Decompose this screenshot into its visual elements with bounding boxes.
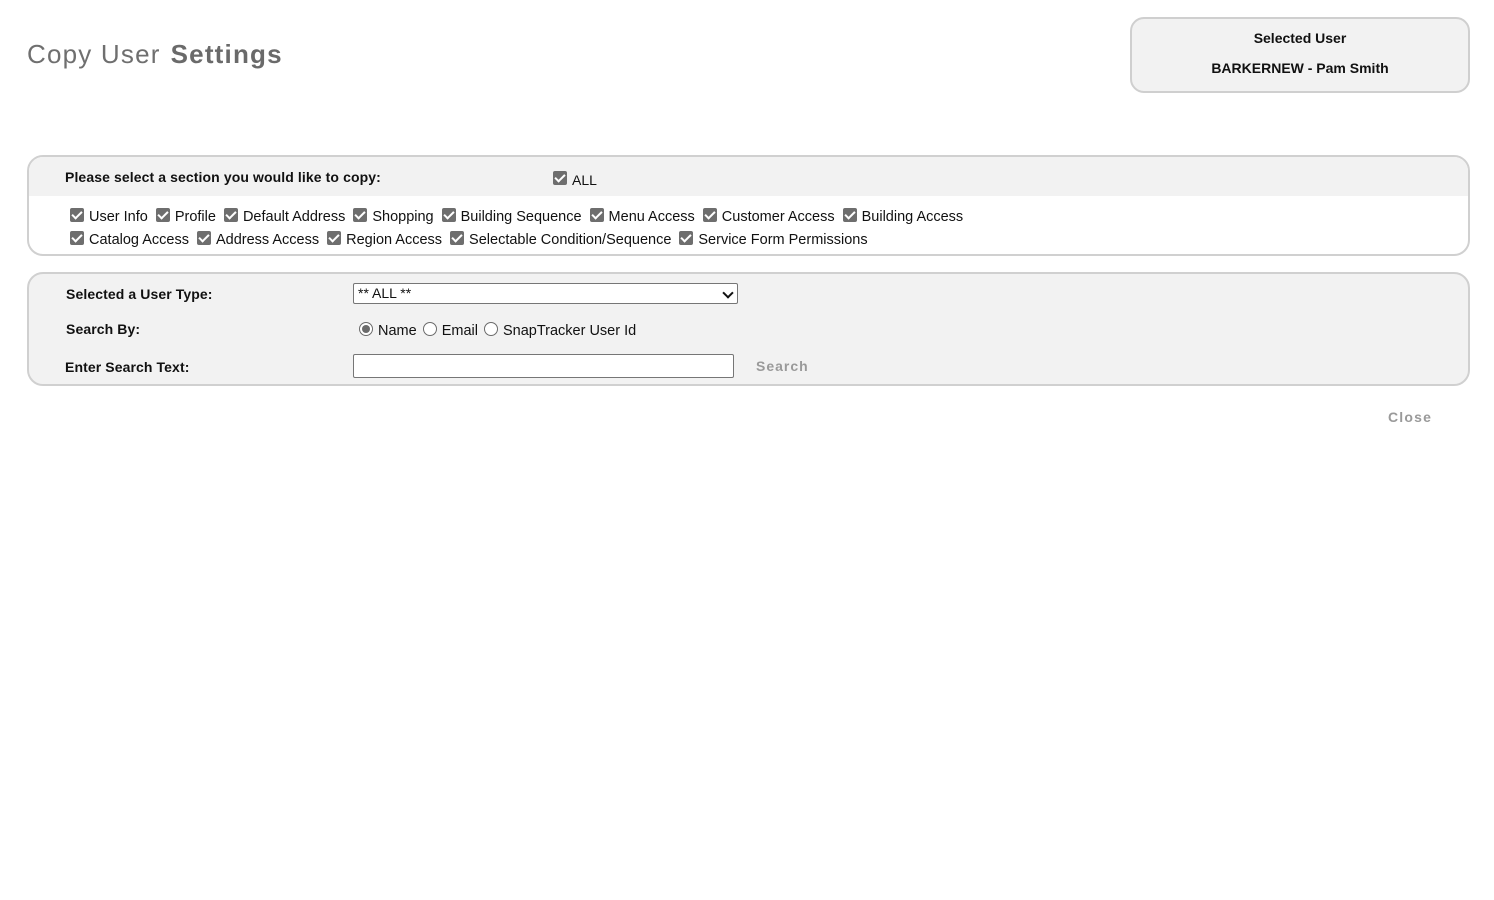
checkbox-icon[interactable] bbox=[327, 231, 342, 245]
section-label: Default Address bbox=[242, 209, 346, 225]
section-label: Address Access bbox=[215, 232, 320, 248]
chevron-down-icon bbox=[722, 287, 734, 299]
close-button[interactable]: Close bbox=[1388, 409, 1432, 425]
search-by-snaptracker-id-radio[interactable]: SnapTracker User Id bbox=[483, 321, 637, 339]
checkbox-icon[interactable] bbox=[589, 208, 604, 222]
checkbox-icon[interactable] bbox=[70, 231, 84, 245]
section-checkbox-user-info[interactable]: User Info bbox=[70, 207, 148, 225]
user-type-selected-value: ** ALL ** bbox=[358, 285, 412, 301]
section-label: User Info bbox=[89, 209, 148, 225]
section-label: Catalog Access bbox=[89, 232, 189, 248]
sections-prompt: Please select a section you would like t… bbox=[65, 169, 381, 185]
all-sections-label: ALL bbox=[572, 172, 597, 188]
sections-row-2: Catalog Access Address Access Region Acc… bbox=[70, 230, 876, 248]
checkbox-icon[interactable] bbox=[353, 208, 368, 222]
section-label: Region Access bbox=[346, 232, 443, 248]
user-type-label: Selected a User Type: bbox=[66, 286, 213, 302]
section-checkbox-selectable-condition[interactable]: Selectable Condition/Sequence bbox=[450, 230, 672, 248]
checkbox-icon[interactable] bbox=[196, 231, 211, 245]
selected-user-label: Selected User bbox=[1253, 30, 1347, 46]
radio-label: SnapTracker User Id bbox=[502, 323, 637, 339]
section-label: Profile bbox=[174, 209, 216, 225]
search-text-label: Enter Search Text: bbox=[65, 359, 190, 375]
section-checkbox-region-access[interactable]: Region Access bbox=[327, 230, 443, 248]
section-checkbox-menu-access[interactable]: Menu Access bbox=[589, 207, 695, 225]
page-title-part2: Settings bbox=[170, 39, 283, 69]
search-by-name-radio[interactable]: Name bbox=[359, 321, 417, 339]
sections-header: Please select a section you would like t… bbox=[29, 157, 1468, 196]
user-type-select[interactable]: ** ALL ** bbox=[353, 283, 738, 304]
section-checkbox-profile[interactable]: Profile bbox=[155, 207, 216, 225]
search-button[interactable]: Search bbox=[756, 358, 809, 374]
search-by-radio-group: Name Email SnapTracker User Id bbox=[359, 321, 642, 339]
section-checkbox-catalog-access[interactable]: Catalog Access bbox=[70, 230, 189, 248]
section-label: Customer Access bbox=[721, 209, 835, 225]
search-text-input[interactable] bbox=[353, 354, 734, 378]
checkbox-icon[interactable] bbox=[450, 231, 465, 245]
checkbox-icon[interactable] bbox=[553, 171, 567, 185]
selected-user-value: BARKERNEW - Pam Smith bbox=[1211, 60, 1389, 76]
section-label: Selectable Condition/Sequence bbox=[469, 232, 672, 248]
section-label: Shopping bbox=[372, 209, 434, 225]
search-by-label: Search By: bbox=[66, 321, 141, 337]
radio-label: Name bbox=[378, 323, 417, 339]
checkbox-icon[interactable] bbox=[702, 208, 717, 222]
section-checkbox-customer-access[interactable]: Customer Access bbox=[702, 207, 835, 225]
checkbox-icon[interactable] bbox=[679, 231, 694, 245]
radio-selected-icon[interactable] bbox=[359, 322, 373, 336]
selected-user-box: Selected User BARKERNEW - Pam Smith bbox=[1130, 17, 1470, 93]
page-title: Copy User Settings bbox=[27, 39, 283, 70]
page-title-part1: Copy User bbox=[27, 39, 161, 69]
section-label: Building Access bbox=[861, 209, 964, 225]
radio-icon[interactable] bbox=[422, 322, 437, 336]
section-label: Menu Access bbox=[608, 209, 695, 225]
section-checkbox-address-access[interactable]: Address Access bbox=[196, 230, 320, 248]
section-label: Service Form Permissions bbox=[698, 232, 868, 248]
radio-icon[interactable] bbox=[483, 322, 498, 336]
checkbox-icon[interactable] bbox=[842, 208, 857, 222]
copy-sections-panel: Please select a section you would like t… bbox=[27, 155, 1470, 256]
checkbox-icon[interactable] bbox=[155, 208, 170, 222]
section-checkbox-building-sequence[interactable]: Building Sequence bbox=[441, 207, 582, 225]
section-label: Building Sequence bbox=[460, 209, 582, 225]
section-checkbox-service-form-permissions[interactable]: Service Form Permissions bbox=[679, 230, 868, 248]
section-checkbox-shopping[interactable]: Shopping bbox=[353, 207, 434, 225]
checkbox-icon[interactable] bbox=[223, 208, 238, 222]
all-sections-checkbox[interactable]: ALL bbox=[553, 170, 597, 188]
radio-label: Email bbox=[441, 323, 478, 339]
sections-row-1: User Info Profile Default Address Shoppi… bbox=[70, 207, 971, 225]
section-checkbox-default-address[interactable]: Default Address bbox=[223, 207, 346, 225]
search-by-email-radio[interactable]: Email bbox=[422, 321, 478, 339]
checkbox-icon[interactable] bbox=[70, 208, 84, 222]
section-checkbox-building-access[interactable]: Building Access bbox=[842, 207, 964, 225]
user-search-panel: Selected a User Type: ** ALL ** Search B… bbox=[27, 272, 1470, 386]
checkbox-icon[interactable] bbox=[441, 208, 456, 222]
